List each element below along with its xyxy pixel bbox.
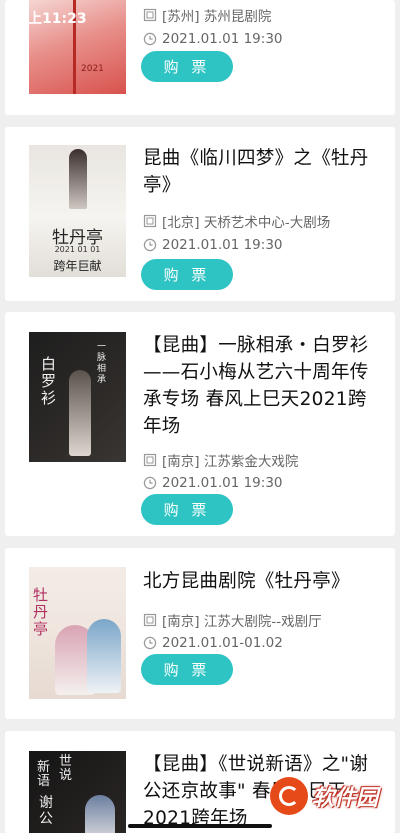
event-venue: [苏州] 苏州昆剧院 (143, 5, 271, 25)
poster-text-2: 世说 (59, 754, 73, 783)
venue-text: [南京] 江苏紫金大戏院 (162, 454, 299, 470)
buy-ticket-button[interactable]: 购 票 (141, 259, 233, 290)
date-text: 2021.01.01 19:30 (162, 237, 283, 253)
poster-tagline: 跨年巨献 (53, 259, 102, 273)
event-card[interactable]: 白罗衫 一脉相承 【昆曲】一脉相承・白罗衫——石小梅从艺六十周年传承专场 春风上… (5, 312, 395, 536)
location-icon (143, 214, 157, 228)
event-card[interactable]: 牡丹亭 北方昆曲剧院《牡丹亭》 [南京] 江苏大剧院--戏剧厅 2021.01.… (5, 548, 395, 719)
clock-icon (143, 32, 157, 46)
buy-ticket-button[interactable]: 购 票 (141, 494, 233, 525)
date-text: 2021.01.01 19:30 (162, 475, 283, 491)
event-title[interactable]: 昆曲《临川四梦》之《牡丹亭》 (143, 145, 371, 199)
event-venue: [南京] 江苏大剧院--戏剧厅 (143, 610, 322, 630)
home-indicator[interactable] (128, 824, 272, 828)
event-poster[interactable]: 牡丹亭 2021 01 01 跨年巨献 (29, 145, 126, 277)
venue-text: [北京] 天桥艺术中心-大剧场 (162, 215, 331, 231)
location-icon (143, 453, 157, 467)
event-date: 2021.01.01 19:30 (143, 475, 283, 491)
venue-text: [南京] 江苏大剧院--戏剧厅 (162, 614, 322, 630)
status-bar-time: 上11:23 (28, 11, 87, 27)
event-poster[interactable]: 白罗衫 一脉相承 (29, 332, 126, 462)
poster-year: 2021 (81, 64, 104, 74)
event-poster[interactable]: 新语 世说 谢公 (29, 751, 126, 833)
event-venue: [北京] 天桥艺术中心-大剧场 (143, 211, 330, 231)
event-title[interactable]: 北方昆曲剧院《牡丹亭》 (143, 568, 371, 595)
event-poster[interactable]: 牡丹亭 (29, 567, 126, 699)
poster-text-3: 谢公 (39, 795, 53, 827)
clock-icon (143, 238, 157, 252)
event-date: 2021.01.01 19:30 (143, 31, 283, 47)
event-date: 2021.01.01-01.02 (143, 635, 283, 651)
poster-text-1: 新语 (37, 760, 51, 789)
clock-icon (143, 636, 157, 650)
event-title[interactable]: 【昆曲】一脉相承・白罗衫——石小梅从艺六十周年传承专场 春风上巳天2021跨年场 (143, 332, 371, 440)
clock-icon (143, 476, 157, 490)
event-venue: [南京] 江苏紫金大戏院 (143, 450, 298, 470)
location-icon (143, 613, 157, 627)
watermark-text: 软件园 (311, 786, 378, 811)
buy-ticket-button[interactable]: 购 票 (141, 51, 233, 82)
poster-title: 牡丹亭 (33, 586, 49, 638)
buy-ticket-button[interactable]: 购 票 (141, 654, 233, 685)
watermark-logo-icon (269, 777, 308, 815)
event-card[interactable]: 牡丹亭 2021 01 01 跨年巨献 昆曲《临川四梦》之《牡丹亭》 [北京] … (5, 127, 395, 301)
date-text: 2021.01.01 19:30 (162, 31, 283, 47)
poster-date: 2021 01 01 (54, 245, 101, 254)
location-icon (143, 8, 157, 22)
venue-text: [苏州] 苏州昆剧院 (162, 9, 272, 25)
date-text: 2021.01.01-01.02 (162, 635, 283, 651)
poster-subtitle: 一脉相承 (97, 342, 107, 385)
event-date: 2021.01.01 19:30 (143, 237, 283, 253)
poster-title: 白罗衫 (41, 355, 57, 407)
watermark: 软件园 (269, 777, 378, 815)
